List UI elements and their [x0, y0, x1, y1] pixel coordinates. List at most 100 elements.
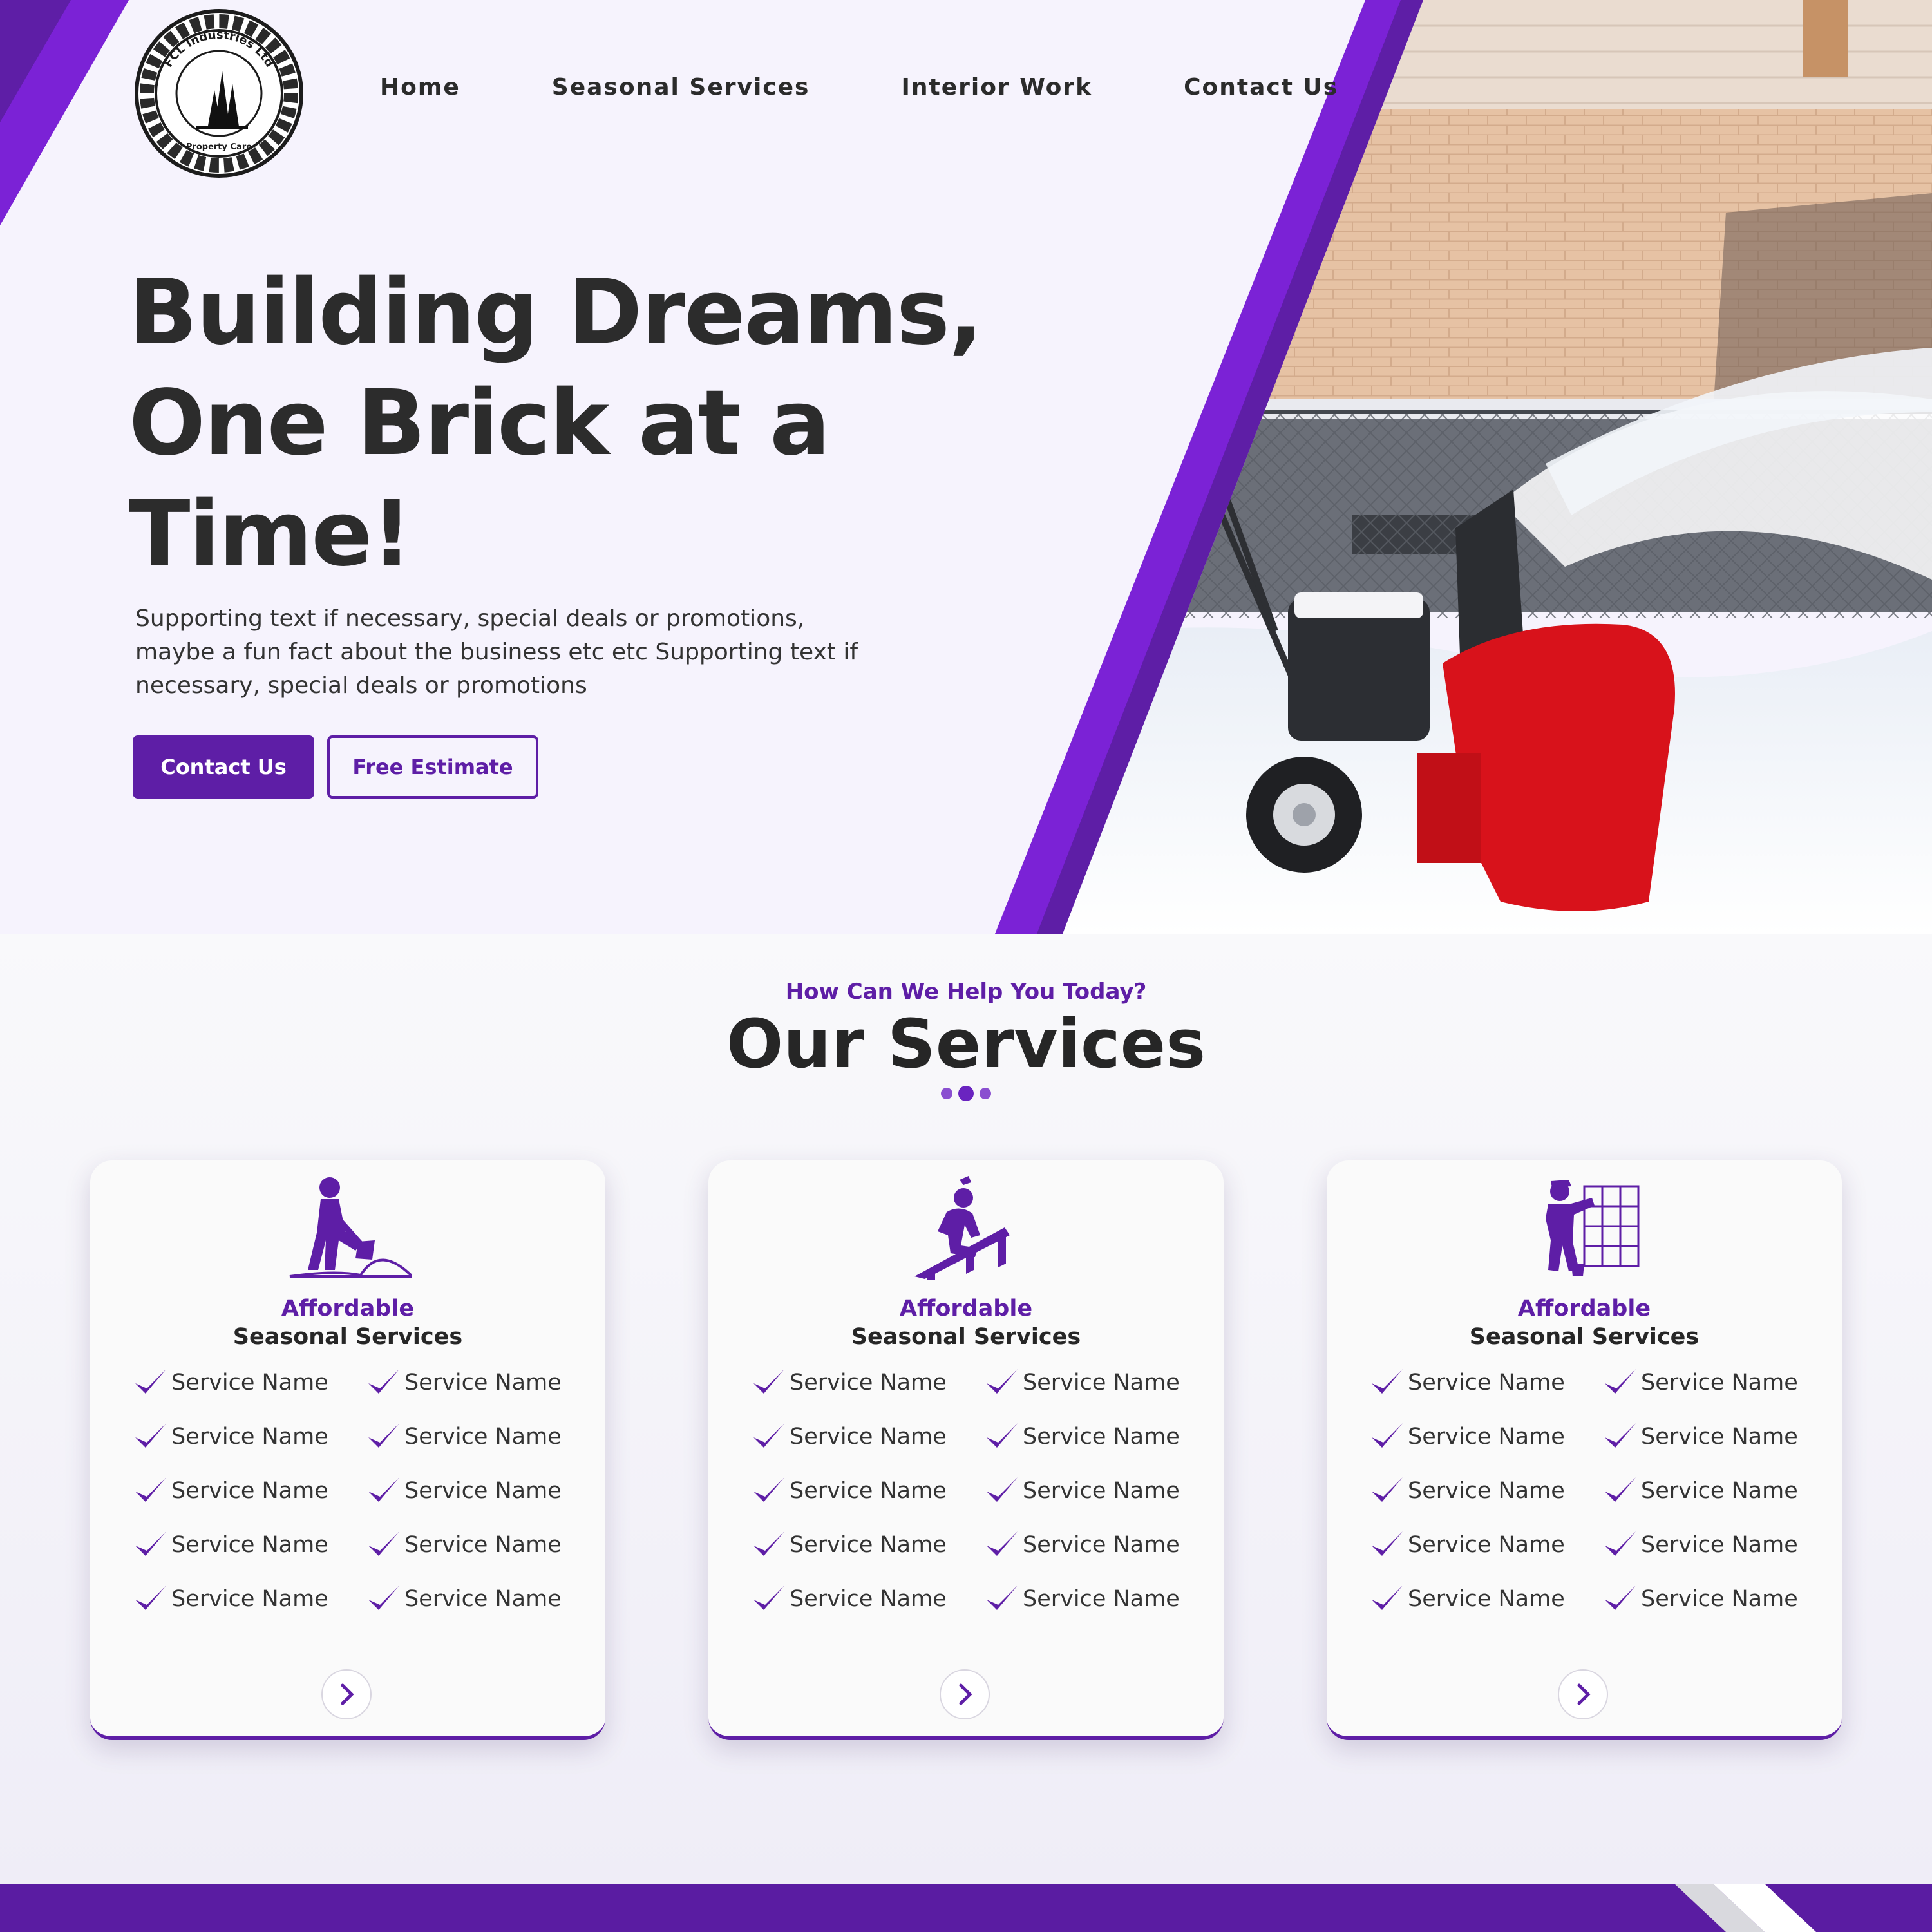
- list-item: Service Name: [1369, 1475, 1602, 1507]
- card-subtitle: Affordable: [1517, 1296, 1651, 1321]
- check-icon: [753, 1531, 784, 1556]
- list-item: Service Name: [1602, 1529, 1820, 1561]
- list-item: Service Name: [366, 1421, 583, 1453]
- list-item: Service Name: [133, 1421, 366, 1453]
- list-item: Service Name: [133, 1529, 366, 1561]
- check-icon: [1372, 1477, 1403, 1502]
- service-card: Affordable Seasonal Services Service Nam…: [1327, 1160, 1842, 1740]
- list-item: Service Name: [984, 1529, 1202, 1561]
- check-icon: [368, 1531, 399, 1556]
- contact-us-button[interactable]: Contact Us: [133, 735, 314, 799]
- check-icon: [1372, 1423, 1403, 1448]
- list-item: Service Name: [133, 1583, 366, 1615]
- card-next-button[interactable]: [321, 1669, 372, 1719]
- list-item: Service Name: [984, 1475, 1202, 1507]
- check-icon: [987, 1369, 1018, 1394]
- check-icon: [135, 1531, 166, 1556]
- check-icon: [753, 1477, 784, 1502]
- check-icon: [135, 1477, 166, 1502]
- check-icon: [753, 1586, 784, 1610]
- list-item: Service Name: [1369, 1529, 1602, 1561]
- card-title: Seasonal Services: [232, 1324, 463, 1350]
- free-estimate-button[interactable]: Free Estimate: [327, 735, 538, 799]
- list-item: Service Name: [751, 1583, 984, 1615]
- list-item: Service Name: [751, 1475, 984, 1507]
- service-card: Affordable Seasonal Services Service Nam…: [90, 1160, 605, 1740]
- service-list: Service Name Service Name Service Name S…: [133, 1367, 583, 1615]
- service-list: Service Name Service Name Service Name S…: [751, 1367, 1202, 1615]
- list-item: Service Name: [366, 1475, 583, 1507]
- check-icon: [987, 1477, 1018, 1502]
- nav-contact-us[interactable]: Contact Us: [1184, 74, 1338, 100]
- logo-tagline: Property Care: [186, 142, 252, 152]
- nav-home[interactable]: Home: [380, 74, 460, 100]
- nav-seasonal-services[interactable]: Seasonal Services: [552, 74, 810, 100]
- check-icon: [1605, 1586, 1636, 1610]
- hero-subtitle: Supporting text if necessary, special de…: [135, 605, 858, 699]
- list-item: Service Name: [984, 1421, 1202, 1453]
- check-icon: [987, 1423, 1018, 1448]
- check-icon: [368, 1477, 399, 1502]
- list-item: Service Name: [751, 1367, 984, 1399]
- list-item: Service Name: [1369, 1421, 1602, 1453]
- list-item: Service Name: [133, 1367, 366, 1399]
- list-item: Service Name: [366, 1529, 583, 1561]
- check-icon: [753, 1423, 784, 1448]
- list-item: Service Name: [366, 1367, 583, 1399]
- check-icon: [1372, 1369, 1403, 1394]
- check-icon: [135, 1423, 166, 1448]
- card-next-button[interactable]: [940, 1669, 990, 1719]
- chevron-right-icon: [341, 1683, 354, 1705]
- list-item: Service Name: [1369, 1583, 1602, 1615]
- card-title: Seasonal Services: [851, 1324, 1081, 1350]
- chevron-right-icon: [1577, 1683, 1591, 1705]
- title-dots-decoration: [941, 1086, 991, 1101]
- list-item: Service Name: [1602, 1475, 1820, 1507]
- card-next-button[interactable]: [1558, 1669, 1608, 1719]
- list-item: Service Name: [984, 1367, 1202, 1399]
- list-item: Service Name: [1602, 1583, 1820, 1615]
- list-item: Service Name: [1369, 1367, 1602, 1399]
- tile-worker-icon: [1546, 1180, 1640, 1276]
- check-icon: [368, 1586, 399, 1610]
- check-icon: [135, 1369, 166, 1394]
- corner-stripe-decoration: [0, 0, 129, 225]
- hero-title: Building Dreams, One Brick at a Time!: [129, 260, 983, 587]
- card-subtitle: Affordable: [899, 1296, 1033, 1321]
- chevron-right-icon: [959, 1683, 972, 1705]
- list-item: Service Name: [366, 1583, 583, 1615]
- services-kicker: How Can We Help You Today?: [785, 979, 1147, 1005]
- check-icon: [987, 1531, 1018, 1556]
- card-title: Seasonal Services: [1469, 1324, 1700, 1350]
- nav-interior-work[interactable]: Interior Work: [901, 74, 1092, 100]
- list-item: Service Name: [1602, 1367, 1820, 1399]
- roofer-worker-icon: [914, 1176, 1010, 1280]
- services-title: Our Services: [726, 1005, 1206, 1083]
- check-icon: [1372, 1531, 1403, 1556]
- check-icon: [1605, 1423, 1636, 1448]
- list-item: Service Name: [133, 1475, 366, 1507]
- check-icon: [1372, 1586, 1403, 1610]
- check-icon: [753, 1369, 784, 1394]
- check-icon: [368, 1423, 399, 1448]
- footer-stripe-decoration: [1674, 1884, 1816, 1932]
- check-icon: [368, 1369, 399, 1394]
- list-item: Service Name: [751, 1529, 984, 1561]
- footer-bar: [0, 1884, 1932, 1932]
- company-logo[interactable]: FCL Industries Ltd Property Care: [132, 6, 306, 180]
- check-icon: [1605, 1477, 1636, 1502]
- list-item: Service Name: [751, 1421, 984, 1453]
- card-subtitle: Affordable: [281, 1296, 415, 1321]
- check-icon: [987, 1586, 1018, 1610]
- service-card: Affordable Seasonal Services Service Nam…: [708, 1160, 1224, 1740]
- main-nav: Home Seasonal Services Interior Work Con…: [380, 74, 1338, 100]
- service-list: Service Name Service Name Service Name S…: [1369, 1367, 1820, 1615]
- check-icon: [1605, 1369, 1636, 1394]
- list-item: Service Name: [984, 1583, 1202, 1615]
- check-icon: [1605, 1531, 1636, 1556]
- services-section: How Can We Help You Today? Our Services …: [0, 934, 1932, 1884]
- list-item: Service Name: [1602, 1421, 1820, 1453]
- check-icon: [135, 1586, 166, 1610]
- hero-section: FCL Industries Ltd Property Care Home Se…: [0, 0, 1932, 934]
- snow-shoveling-worker-icon: [289, 1177, 412, 1278]
